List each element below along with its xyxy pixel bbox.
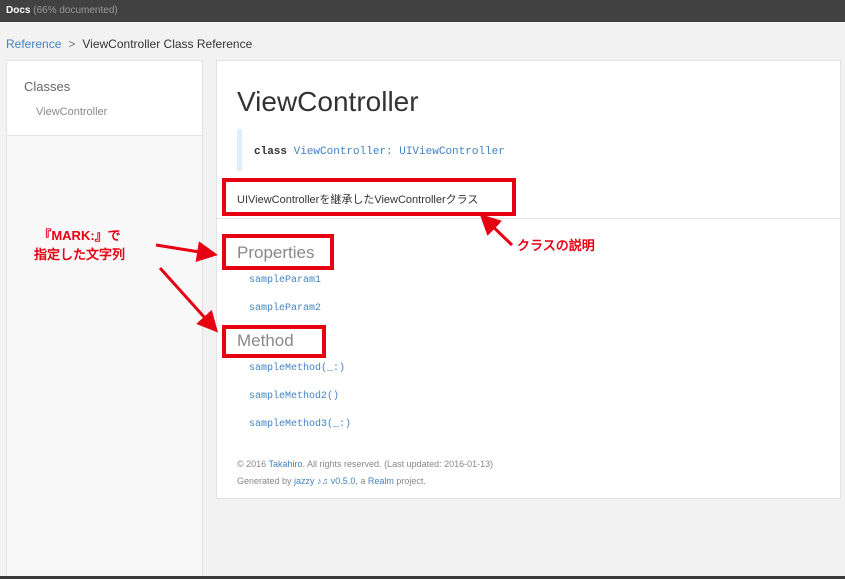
arrow-to-description (479, 213, 514, 247)
arrow-to-method (158, 266, 219, 333)
annotation-arrows (155, 213, 514, 333)
arrow-to-properties (155, 241, 218, 262)
